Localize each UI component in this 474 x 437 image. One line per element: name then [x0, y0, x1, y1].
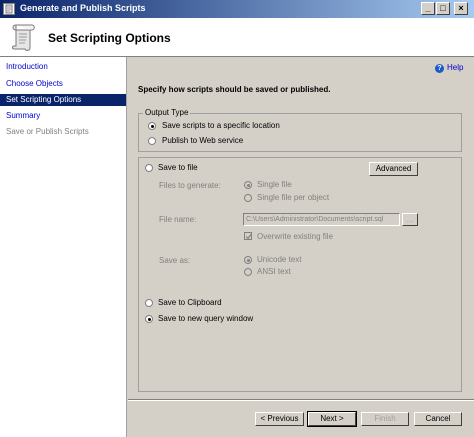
cancel-button[interactable]: Cancel: [414, 412, 462, 426]
publish-web-label[interactable]: Publish to Web service: [162, 136, 243, 145]
previous-button[interactable]: < Previous: [255, 412, 304, 426]
file-name-input[interactable]: C:\Users\Administrator\Documents\script.…: [243, 213, 400, 226]
generate-publish-scripts-window: Generate and Publish Scripts _ □ × Set S…: [0, 0, 474, 437]
help-link[interactable]: Help: [447, 63, 463, 72]
save-to-query-radio[interactable]: [145, 315, 153, 323]
check-icon: [245, 234, 252, 240]
save-to-clipboard-label[interactable]: Save to Clipboard: [158, 298, 222, 307]
footer-separator: [128, 399, 474, 401]
nav-item-set-scripting-options[interactable]: Set Scripting Options: [0, 94, 126, 106]
output-type-group: [138, 113, 462, 152]
next-button[interactable]: Next >: [307, 411, 357, 427]
nav-item-save-or-publish: Save or Publish Scripts: [6, 127, 89, 136]
scroll-icon: [12, 24, 35, 51]
save-scripts-radio[interactable]: [148, 122, 156, 130]
window-title: Generate and Publish Scripts: [20, 3, 146, 13]
save-to-file-radio[interactable]: [145, 164, 153, 172]
page-title: Set Scripting Options: [48, 31, 171, 45]
save-to-clipboard-radio[interactable]: [145, 299, 153, 307]
nav-item-choose-objects[interactable]: Choose Objects: [0, 78, 126, 90]
maximize-button[interactable]: □: [436, 2, 450, 15]
wizard-header: Set Scripting Options: [0, 18, 474, 57]
unicode-text-label: Unicode text: [257, 255, 302, 264]
ansi-text-label: ANSI text: [257, 267, 291, 276]
single-file-radio[interactable]: [244, 181, 252, 189]
file-name-label: File name:: [159, 215, 197, 224]
unicode-text-radio[interactable]: [244, 256, 252, 264]
publish-web-radio[interactable]: [148, 137, 156, 145]
single-file-per-object-label: Single file per object: [257, 193, 330, 202]
save-to-file-label[interactable]: Save to file: [158, 163, 198, 172]
save-as-label: Save as:: [159, 256, 191, 265]
single-file-label: Single file: [257, 180, 292, 189]
single-file-per-object-radio[interactable]: [244, 194, 252, 202]
overwrite-label: Overwrite existing file: [257, 232, 334, 241]
nav-item-introduction[interactable]: Introduction: [0, 61, 126, 73]
wizard-nav: Introduction Choose Objects Set Scriptin…: [0, 57, 127, 437]
save-to-query-label[interactable]: Save to new query window: [158, 314, 253, 323]
title-bar[interactable]: Generate and Publish Scripts _ □ ×: [0, 0, 474, 18]
files-to-generate-label: Files to generate:: [159, 181, 221, 190]
instructions-text: Specify how scripts should be saved or p…: [138, 85, 331, 94]
save-scripts-label[interactable]: Save scripts to a specific location: [162, 121, 280, 130]
minimize-button[interactable]: _: [421, 2, 435, 15]
help-icon[interactable]: ?: [435, 64, 444, 73]
overwrite-checkbox[interactable]: [244, 232, 252, 240]
nav-item-summary[interactable]: Summary: [0, 110, 126, 122]
browse-button[interactable]: ...: [402, 213, 418, 226]
finish-button[interactable]: Finish: [361, 412, 409, 426]
output-type-legend: Output Type: [143, 108, 191, 117]
app-icon: [3, 3, 15, 15]
close-button[interactable]: ×: [454, 2, 468, 15]
advanced-button[interactable]: Advanced: [369, 162, 418, 176]
ansi-text-radio[interactable]: [244, 268, 252, 276]
